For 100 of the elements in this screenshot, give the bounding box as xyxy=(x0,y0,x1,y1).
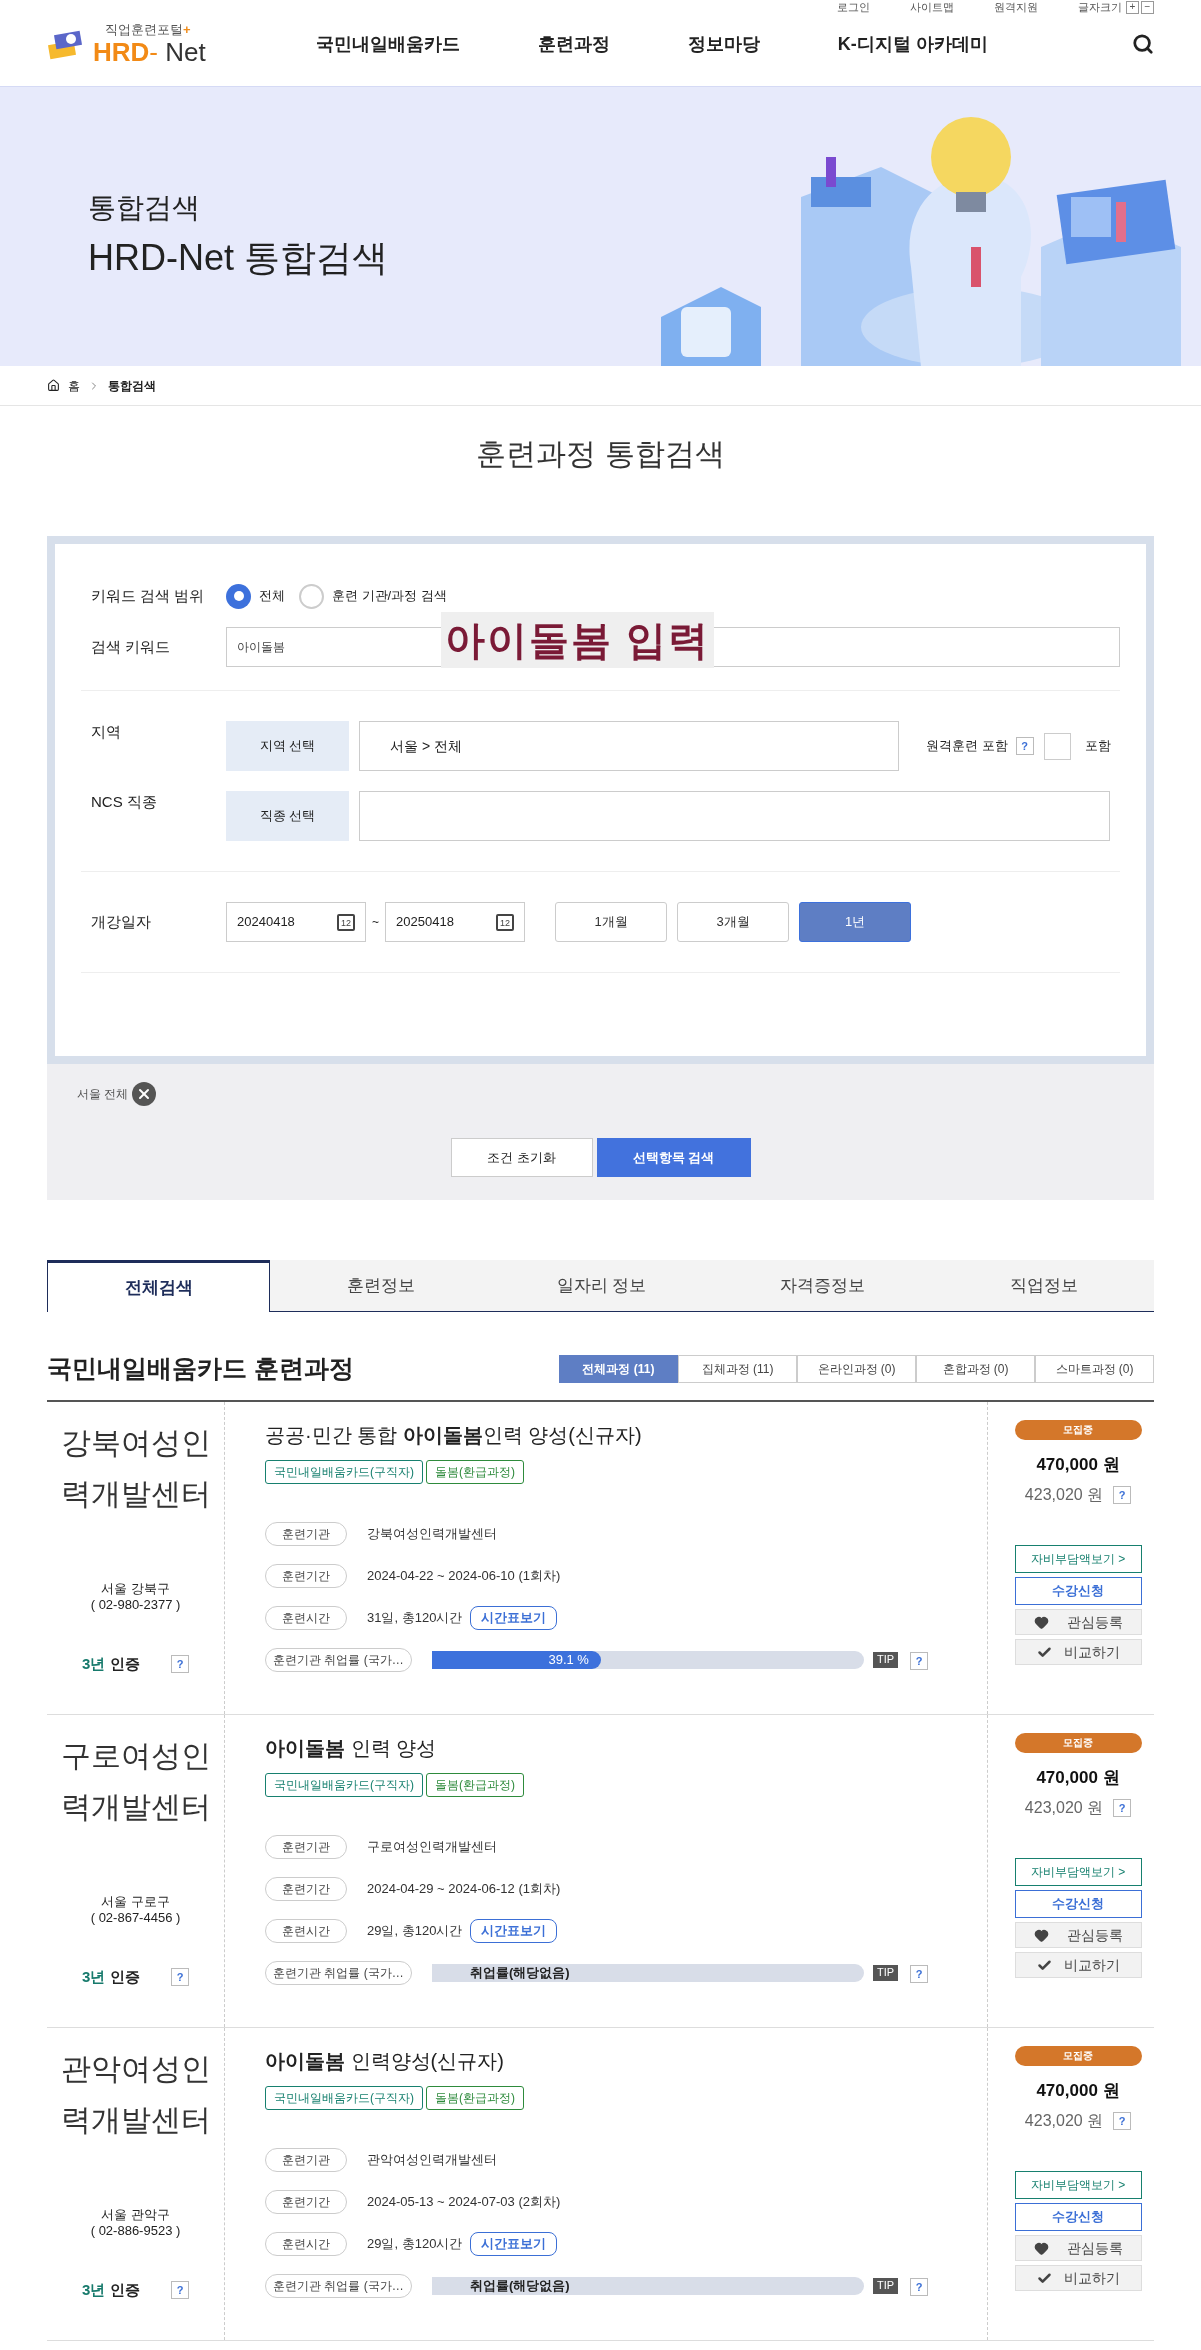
help-button[interactable]: ? xyxy=(910,1964,929,1983)
apply-button[interactable]: 수강신청 xyxy=(1014,1577,1142,1605)
course-type-tab[interactable]: 집체과정 (11) xyxy=(678,1354,797,1383)
nav-link[interactable]: K-디지털 아카데미 xyxy=(837,30,988,58)
breadcrumb-link[interactable]: 홈 xyxy=(68,376,80,395)
search-tab[interactable]: 직업정보 xyxy=(933,1260,1154,1311)
self-pay-view-button[interactable]: 자비부담액보기 > xyxy=(1014,1858,1142,1886)
search-icon[interactable] xyxy=(1132,33,1154,55)
timetable-button[interactable]: 시간표보기 xyxy=(470,1918,558,1943)
help-button[interactable]: ? xyxy=(1015,737,1034,755)
help-button[interactable]: ? xyxy=(171,1967,189,1986)
status-badge: 모집중 xyxy=(1014,2045,1142,2066)
phone-text: ( 02-867-4456 ) xyxy=(90,1909,181,1926)
location-text: 서울 강북구 xyxy=(100,1580,171,1597)
tip-badge[interactable]: TIP xyxy=(873,1964,899,1981)
help-button[interactable]: ? xyxy=(171,2280,189,2299)
location-text: 서울 구로구 xyxy=(100,1893,171,1910)
include-label[interactable]: 포함 xyxy=(1084,736,1111,756)
radio-button[interactable] xyxy=(299,583,324,609)
region-select-button[interactable]: 지역 선택 xyxy=(226,721,349,771)
info-value: 29일, 총120시간 xyxy=(367,1921,463,1940)
rate-value: 39.1 % xyxy=(548,1650,589,1669)
timetable-button[interactable]: 시간표보기 xyxy=(470,1605,558,1630)
home-icon[interactable] xyxy=(47,379,60,392)
course-tag: 국민내일배움카드(구직자) xyxy=(265,1459,423,1484)
period-button[interactable]: 1개월 xyxy=(555,902,667,942)
logo[interactable]: 직업훈련포털+ HRD- Net xyxy=(47,23,206,65)
certification-label: 3년 인증 xyxy=(82,1653,140,1674)
region-field[interactable]: 서울 > 전체 xyxy=(359,721,899,771)
reset-button[interactable]: 조건 초기화 xyxy=(450,1138,593,1177)
heart-icon xyxy=(1033,2240,1049,2256)
search-button[interactable]: 선택항목 검색 xyxy=(596,1138,751,1177)
info-value: 2024-04-29 ~ 2024-06-12 (1회차) xyxy=(367,1879,561,1898)
tip-badge[interactable]: TIP xyxy=(873,1651,899,1668)
search-tab[interactable]: 전체검색 xyxy=(47,1260,270,1312)
wishlist-button[interactable]: 관심등록 xyxy=(1014,1922,1142,1948)
self-pay-view-button[interactable]: 자비부담액보기 > xyxy=(1014,2171,1142,2199)
rate-value: 취업률(해당없음) xyxy=(470,1963,570,1982)
course-type-tab[interactable]: 온라인과정 (0) xyxy=(797,1354,916,1383)
nav-link[interactable]: 훈련과정 xyxy=(537,30,610,58)
utility-link[interactable]: 글자크기 xyxy=(1078,0,1122,16)
remove-icon xyxy=(132,1082,157,1106)
help-button[interactable]: ? xyxy=(1113,2112,1132,2130)
remote-training-label: 원격훈련 포함 xyxy=(926,737,1008,756)
self-pay-view-button[interactable]: 자비부담액보기 > xyxy=(1014,1545,1142,1573)
course-type-tab[interactable]: 전체과정 (11) xyxy=(559,1354,678,1383)
search-tab[interactable]: 자격증정보 xyxy=(712,1260,933,1311)
certification-label: 3년 인증 xyxy=(82,1966,140,1987)
end-date-field[interactable]: 20250418 12 xyxy=(385,902,525,942)
apply-button[interactable]: 수강신청 xyxy=(1014,2203,1142,2231)
help-button[interactable]: ? xyxy=(1113,1486,1132,1504)
radio-button[interactable] xyxy=(226,583,251,609)
search-tab[interactable]: 훈련정보 xyxy=(270,1260,491,1311)
utility-link[interactable]: 로그인 xyxy=(837,0,870,16)
period-button[interactable]: 3개월 xyxy=(677,902,789,942)
heart-icon xyxy=(1033,1927,1049,1943)
help-button[interactable]: ? xyxy=(910,1651,929,1670)
course-type-tab[interactable]: 혼합과정 (0) xyxy=(916,1354,1035,1383)
start-date-field[interactable]: 20240418 12 xyxy=(226,902,366,942)
condition-chip[interactable]: 서울 전체 xyxy=(77,1082,157,1106)
course-type-tab[interactable]: 스마트과정 (0) xyxy=(1035,1354,1154,1383)
occupation-field[interactable] xyxy=(359,791,1110,841)
radio-label[interactable]: 훈련 기관/과정 검색 xyxy=(332,586,447,606)
wishlist-button[interactable]: 관심등록 xyxy=(1014,1609,1142,1635)
tip-badge[interactable]: TIP xyxy=(873,2277,899,2294)
course-title[interactable]: 공공·민간 통합 아이돌봄인력 양성(신규자) xyxy=(265,1419,987,1450)
timetable-button[interactable]: 시간표보기 xyxy=(470,2231,558,2256)
banner-subtitle: HRD-Net 통합검색 xyxy=(88,236,389,280)
calendar-icon[interactable]: 12 xyxy=(496,913,514,931)
info-value: 2024-04-22 ~ 2024-06-10 (1회차) xyxy=(367,1566,561,1585)
certification-label: 3년 인증 xyxy=(82,2279,140,2300)
utility-link[interactable]: 원격지원 xyxy=(994,0,1038,16)
field-label: 지역 xyxy=(90,722,122,742)
font-size-button[interactable]: + xyxy=(1126,0,1139,14)
compare-button[interactable]: 비교하기 xyxy=(1014,1952,1142,1978)
info-value: 31일, 총120시간 xyxy=(367,1608,463,1627)
check-icon xyxy=(1036,1957,1052,1973)
include-checkbox[interactable] xyxy=(1043,732,1071,760)
calendar-icon[interactable]: 12 xyxy=(337,913,355,931)
search-tab[interactable]: 일자리 정보 xyxy=(491,1260,712,1311)
compare-button[interactable]: 비교하기 xyxy=(1014,1639,1142,1665)
period-button[interactable]: 1년 xyxy=(799,902,911,942)
help-button[interactable]: ? xyxy=(1113,1799,1132,1817)
info-value: 관악여성인력개발센터 xyxy=(367,2150,497,2169)
nav-link[interactable]: 정보마당 xyxy=(687,30,760,58)
radio-label[interactable]: 전체 xyxy=(259,586,285,606)
font-size-button[interactable]: − xyxy=(1141,0,1154,14)
nav-link[interactable]: 국민내일배움카드 xyxy=(315,30,460,58)
help-button[interactable]: ? xyxy=(910,2277,929,2296)
utility-link[interactable]: 사이트맵 xyxy=(910,0,954,16)
apply-button[interactable]: 수강신청 xyxy=(1014,1890,1142,1918)
help-button[interactable]: ? xyxy=(171,1654,189,1673)
info-value: 2024-05-13 ~ 2024-07-03 (2회차) xyxy=(367,2192,561,2211)
wishlist-button[interactable]: 관심등록 xyxy=(1014,2235,1142,2261)
self-pay-price: 423,020 원 xyxy=(1024,1485,1104,1505)
occupation-select-button[interactable]: 직종 선택 xyxy=(226,791,349,841)
course-title[interactable]: 아이돌봄 인력 양성 xyxy=(265,1732,987,1763)
compare-button[interactable]: 비교하기 xyxy=(1014,2265,1142,2291)
status-badge: 모집중 xyxy=(1014,1419,1142,1440)
course-title[interactable]: 아이돌봄 인력양성(신규자) xyxy=(265,2045,987,2076)
